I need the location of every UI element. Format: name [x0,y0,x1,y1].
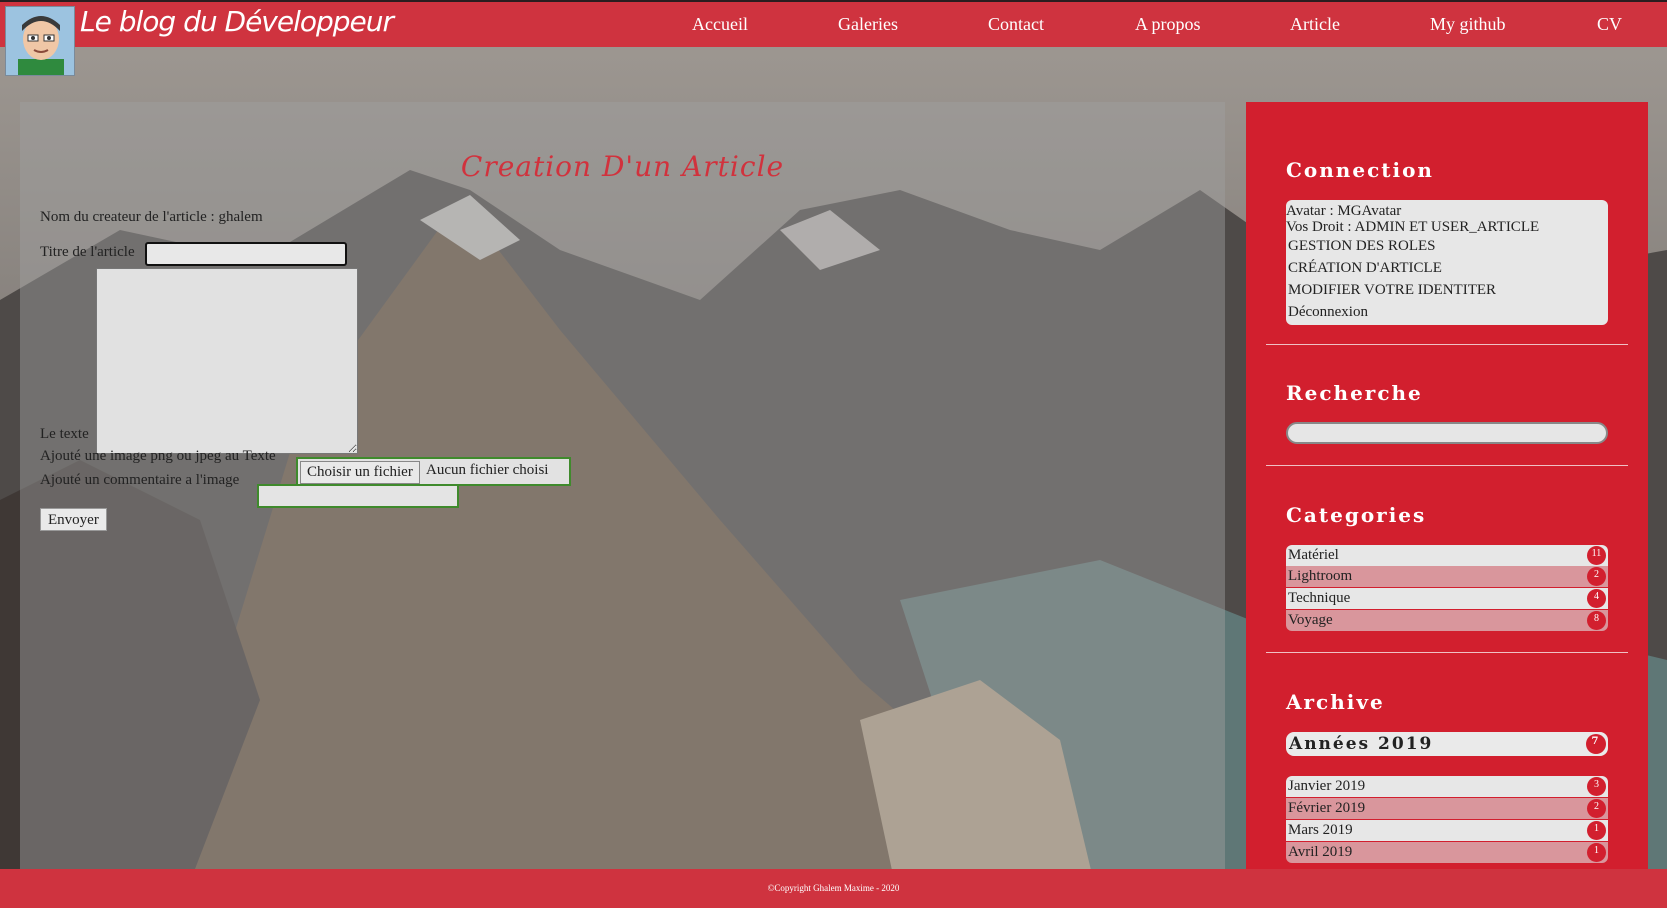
archive-title: Archive [1286,690,1385,714]
divider [1266,652,1628,653]
nav-my-github[interactable]: My github [1430,14,1506,35]
copyright-text: ©Copyright Ghalem Maxime - 2020 [767,883,900,893]
creator-label: Nom du createur de l'article : ghalem [40,209,263,225]
title-label: Titre de l'article [40,244,135,260]
category-item-voyage[interactable]: Voyage 8 [1286,610,1608,631]
archive-month-fevrier[interactable]: Février 2019 2 [1286,798,1608,819]
search-input[interactable] [1286,422,1608,444]
archive-month-mars[interactable]: Mars 2019 1 [1286,820,1608,841]
archive-month-avril[interactable]: Avril 2019 1 [1286,842,1608,863]
page-title: Creation D'un Article [460,150,785,183]
nav-galeries[interactable]: Galeries [838,14,898,35]
link-modifier-identiter[interactable]: MODIFIER VOTRE IDENTITER [1288,281,1496,300]
nav-contact[interactable]: Contact [988,14,1044,35]
category-label: Technique [1288,590,1351,606]
category-label: Lightroom [1288,568,1353,584]
count-badge: 1 [1587,843,1606,862]
comment-input[interactable] [257,484,459,508]
count-badge: 2 [1587,567,1606,586]
category-item-technique[interactable]: Technique 4 [1286,588,1608,609]
categories-title: Categories [1286,503,1427,527]
choose-file-button[interactable]: Choisir un fichier [300,461,420,484]
rights-info: Vos Droit : ADMIN ET USER_ARTICLE [1286,219,1540,235]
article-form-panel: Creation D'un Article Nom du createur de… [20,102,1225,870]
link-gestion-roles[interactable]: GESTION DES ROLES [1288,237,1436,256]
nav-accueil[interactable]: Accueil [692,14,748,35]
footer: ©Copyright Ghalem Maxime - 2020 [0,869,1667,908]
year-label: Années 2019 [1289,734,1434,754]
count-badge: 1 [1587,821,1606,840]
count-badge: 4 [1587,589,1606,608]
nav-a-propos[interactable]: A propos [1135,14,1201,35]
title-input[interactable] [145,242,347,266]
category-label: Voyage [1288,612,1333,628]
search-title: Recherche [1286,381,1423,405]
month-label: Février 2019 [1288,800,1366,816]
submit-button[interactable]: Envoyer [40,508,107,531]
top-navbar: Le blog du Développeur Accueil Galeries … [0,0,1667,47]
connection-title: Connection [1286,158,1434,182]
file-status-text: Aucun fichier choisi [426,462,549,478]
nav-article[interactable]: Article [1290,14,1340,35]
avatar-face-icon [6,7,74,75]
archive-year-2019[interactable]: Années 2019 7 [1286,732,1608,756]
main-nav: Accueil Galeries Contact A propos Articl… [0,14,1667,40]
month-label: Avril 2019 [1288,844,1353,860]
text-label: Le texte [40,426,89,442]
link-deconnexion[interactable]: Déconnexion [1288,303,1368,322]
count-badge: 3 [1587,777,1606,796]
category-label: Matériel [1288,547,1339,563]
month-label: Mars 2019 [1288,822,1353,838]
count-badge: 2 [1587,799,1606,818]
count-badge: 11 [1587,546,1606,565]
month-label: Janvier 2019 [1288,778,1366,794]
site-logo-avatar[interactable] [5,6,75,76]
category-item-lightroom[interactable]: Lightroom 2 [1286,566,1608,587]
category-item-materiel[interactable]: Matériel 11 [1286,545,1608,566]
image-file-input[interactable]: Choisir un fichier Aucun fichier choisi [296,457,571,486]
link-creation-article[interactable]: CRÉATION D'ARTICLE [1288,259,1442,278]
image-label: Ajouté une image png ou jpeg au Texte [40,448,276,464]
divider [1266,344,1628,345]
sidebar: Connection Avatar : MGAvatar Vos Droit :… [1246,102,1648,870]
connection-box: Avatar : MGAvatar Vos Droit : ADMIN ET U… [1286,200,1608,325]
count-badge: 8 [1587,611,1606,630]
count-badge: 7 [1586,734,1606,754]
comment-label: Ajouté un commentaire a l'image [40,472,240,488]
text-textarea[interactable] [96,268,358,454]
divider [1266,465,1628,466]
archive-month-janvier[interactable]: Janvier 2019 3 [1286,776,1608,797]
nav-cv[interactable]: CV [1597,14,1622,35]
